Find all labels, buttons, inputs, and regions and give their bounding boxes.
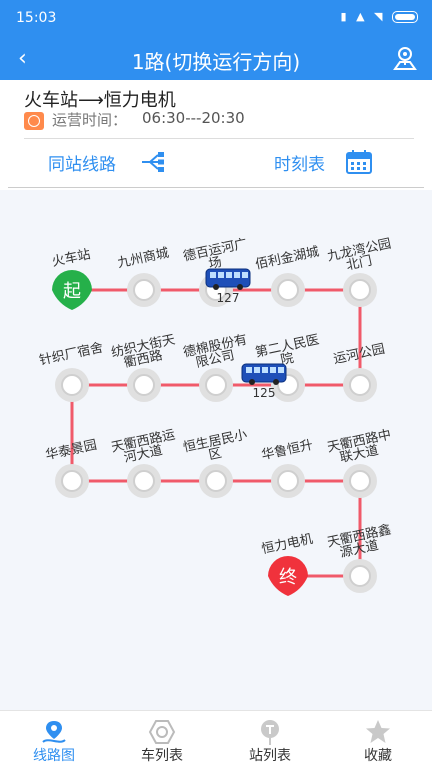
tab-route-map[interactable]: 线路图 bbox=[0, 711, 108, 769]
route-map: 起火车站 九州商城 德百运河广场 佰利金湖城 九龙湾公园北门运河公园第二人民医院德棉股份… bbox=[38, 236, 393, 596]
status-icons: ▮ ▲ ◥ bbox=[341, 10, 418, 23]
station-node-inner bbox=[349, 565, 371, 587]
title-bar: ‹ 1路(切换运行方向) bbox=[0, 38, 432, 80]
station-label: 火车站 bbox=[50, 246, 91, 270]
end-marker[interactable]: 终 bbox=[268, 556, 308, 596]
op-time-value: 06:30---20:30 bbox=[142, 109, 245, 127]
status-time: 15:03 bbox=[16, 10, 57, 26]
tab-label: 收藏 bbox=[364, 748, 392, 764]
op-time-label: 运营时间： bbox=[52, 111, 128, 129]
same-station-lines-button[interactable]: 同站线路 bbox=[48, 150, 116, 175]
route-info-panel: 火车站⟶恒力电机 运营时间： 06:30---20:30 同站线路 时刻表 bbox=[0, 80, 432, 190]
tab-station-list[interactable]: 站列表 bbox=[216, 711, 324, 769]
station-node-inner bbox=[349, 470, 371, 492]
tab-label: 线路图 bbox=[33, 748, 75, 764]
timetable-button[interactable]: 时刻表 bbox=[274, 150, 325, 175]
station-node-inner bbox=[277, 470, 299, 492]
station-node-inner bbox=[61, 470, 83, 492]
station-label: 恒力电机 bbox=[260, 532, 314, 557]
station-node-inner bbox=[205, 374, 227, 396]
marker-label: 起 bbox=[63, 281, 81, 302]
station-node-inner bbox=[349, 374, 371, 396]
status-bar: 15:03 ▮ ▲ ◥ bbox=[0, 0, 432, 38]
station-label: 佰利金湖城 bbox=[254, 244, 321, 273]
station-node-inner bbox=[133, 470, 155, 492]
station-label: 华鲁恒升 bbox=[260, 438, 314, 463]
station-node-inner bbox=[61, 374, 83, 396]
station-node-inner bbox=[133, 374, 155, 396]
share-branch-icon[interactable] bbox=[140, 152, 168, 172]
station-node-inner bbox=[277, 279, 299, 301]
tab-bus-list[interactable]: 车列表 bbox=[108, 711, 216, 769]
tab-label: 车列表 bbox=[141, 748, 183, 764]
bus-number: 127 bbox=[217, 291, 240, 305]
battery-icon bbox=[392, 11, 418, 23]
divider bbox=[24, 138, 414, 139]
divider bbox=[8, 187, 424, 188]
station-label: 区 bbox=[207, 446, 223, 463]
start-marker[interactable]: 起 bbox=[51, 269, 92, 310]
station-node-inner bbox=[133, 279, 155, 301]
clock-icon bbox=[24, 112, 44, 130]
station-label: 九州商城 bbox=[116, 246, 170, 271]
station-node-inner bbox=[349, 279, 371, 301]
bottom-tab-bar: 线路图 车列表 站列表 收藏 bbox=[0, 710, 432, 769]
route-map-pin-icon[interactable] bbox=[392, 45, 418, 71]
calendar-icon[interactable] bbox=[346, 150, 372, 174]
route-icon bbox=[42, 721, 66, 743]
bus-list-icon bbox=[148, 720, 176, 744]
tab-favorites[interactable]: 收藏 bbox=[324, 711, 432, 769]
station-label: 针织厂宿舍 bbox=[38, 340, 105, 369]
star-icon bbox=[366, 720, 390, 743]
tab-label: 站列表 bbox=[249, 748, 291, 764]
page-title[interactable]: 1路(切换运行方向) bbox=[0, 46, 432, 75]
bus-number: 125 bbox=[253, 386, 276, 400]
marker-label: 终 bbox=[279, 567, 297, 588]
station-list-icon bbox=[261, 720, 279, 745]
station-node-inner bbox=[205, 470, 227, 492]
